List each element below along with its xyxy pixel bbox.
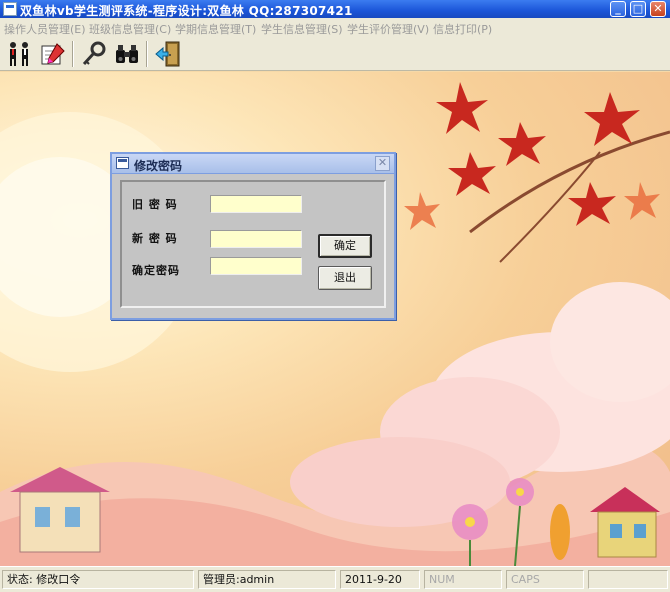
toolbar-separator	[72, 41, 74, 67]
binoculars-icon	[116, 45, 138, 63]
edit-document-icon	[41, 43, 65, 65]
confirm-password-label: 确定密码	[132, 264, 180, 277]
dialog-title-bar: 修改密码 ✕	[110, 152, 396, 174]
key-button[interactable]	[80, 40, 108, 68]
edit-document-button[interactable]	[39, 40, 67, 68]
date-panel: 2011-9-20	[340, 570, 420, 589]
toolbar-separator	[146, 41, 148, 67]
menu-evaluation-management[interactable]: 学生评价管理(V)	[347, 21, 429, 37]
toolbar	[0, 37, 670, 71]
caps-lock-panel: CAPS	[506, 570, 584, 589]
maximize-button[interactable]: □	[630, 1, 646, 17]
menu-class-management[interactable]: 班级信息管理(C)	[89, 21, 171, 37]
maximize-icon: □	[632, 2, 644, 15]
close-icon: ✕	[377, 156, 388, 169]
menu-operator-management[interactable]: 操作人员管理(E)	[4, 21, 86, 37]
admin-panel: 管理员:admin	[198, 570, 336, 589]
users-icon	[10, 42, 28, 66]
close-icon: ✕	[653, 2, 663, 15]
password-frame: 旧 密 码 新 密 码 确定密码 确定 退出	[120, 180, 386, 308]
ok-button[interactable]: 确定	[318, 234, 372, 258]
dialog-title: 修改密码	[134, 159, 183, 173]
close-button[interactable]: ✕	[650, 1, 666, 17]
status-panel: 状态: 修改口令	[2, 570, 194, 589]
new-password-label: 新 密 码	[132, 232, 178, 245]
app-icon[interactable]	[3, 2, 17, 16]
new-password-input[interactable]	[210, 230, 302, 248]
window-title: 双鱼林vb学生测评系统-程序设计:双鱼林 QQ:287307421	[20, 4, 353, 18]
dialog-app-icon	[116, 157, 129, 169]
menu-student-management[interactable]: 学生信息管理(S)	[261, 21, 343, 37]
menu-print[interactable]: 信息打印(P)	[433, 21, 492, 37]
change-password-dialog: 修改密码 ✕ 旧 密 码 新 密 码 确定密码 确定 退出	[110, 152, 396, 320]
minimize-button[interactable]: _	[610, 1, 626, 17]
key-icon	[82, 41, 106, 66]
exit-button[interactable]	[154, 40, 182, 68]
menu-bar: 操作人员管理(E) 班级信息管理(C) 学期信息管理(T) 学生信息管理(S) …	[0, 18, 670, 37]
num-lock-panel: NUM	[424, 570, 502, 589]
exit-dialog-button[interactable]: 退出	[318, 266, 372, 290]
binoculars-button[interactable]	[113, 40, 141, 68]
title-bar: 双鱼林vb学生测评系统-程序设计:双鱼林 QQ:287307421 _ □ ✕	[0, 0, 670, 18]
users-button[interactable]	[5, 40, 33, 68]
old-password-input[interactable]	[210, 195, 302, 213]
status-bar: 状态: 修改口令 管理员:admin 2011-9-20 NUM CAPS	[0, 566, 670, 592]
empty-status-panel	[588, 570, 668, 589]
menu-term-management[interactable]: 学期信息管理(T)	[175, 21, 256, 37]
minimize-icon: _	[615, 2, 621, 15]
old-password-label: 旧 密 码	[132, 198, 178, 211]
dialog-close-button[interactable]: ✕	[375, 156, 390, 171]
exit-door-icon	[155, 41, 180, 67]
confirm-password-input[interactable]	[210, 257, 302, 275]
